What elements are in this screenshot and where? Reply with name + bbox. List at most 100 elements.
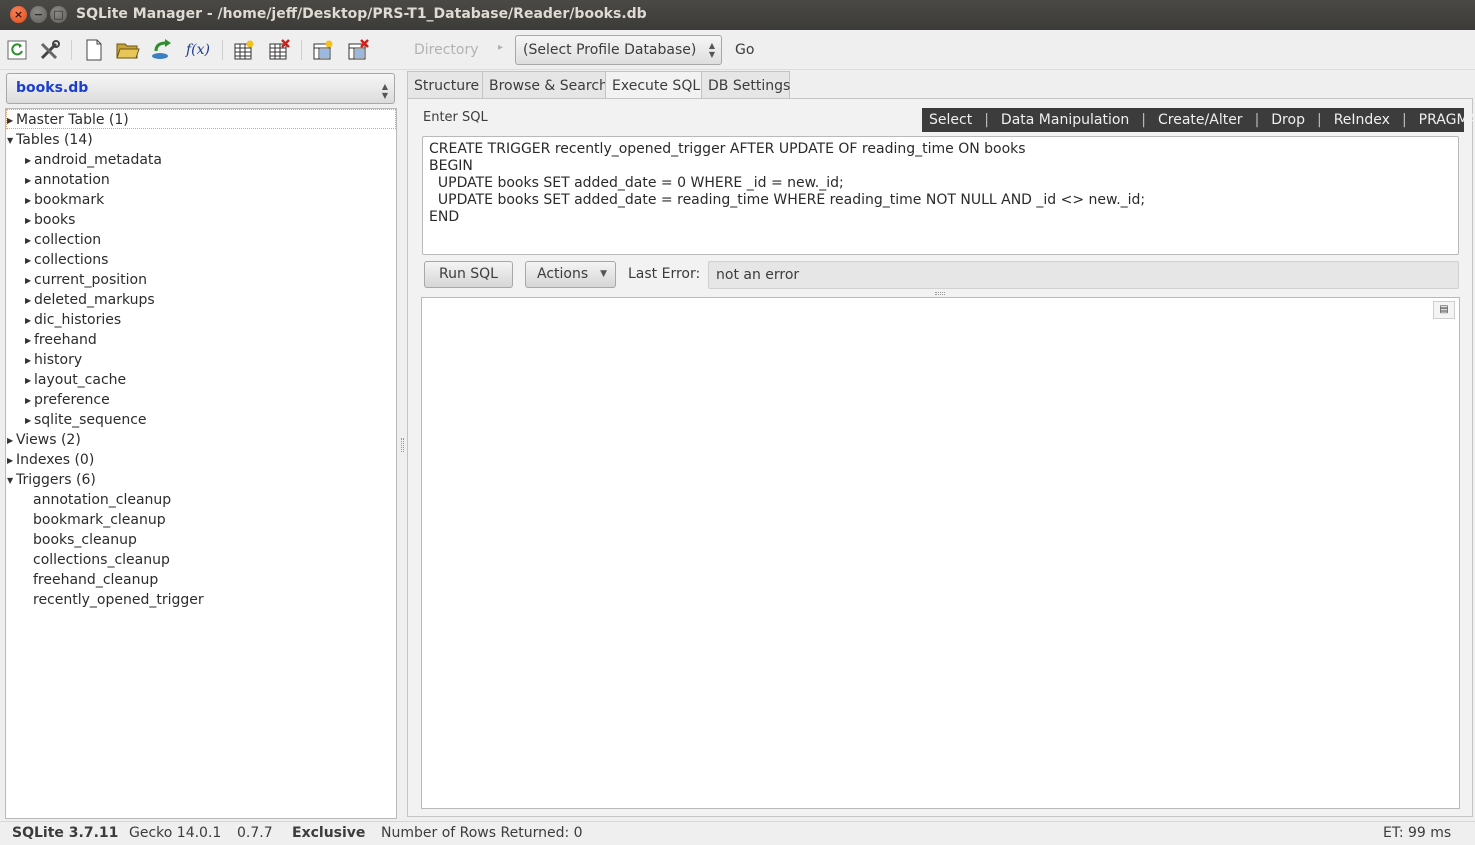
tree-item-label: deleted_markups: [34, 292, 155, 308]
expand-arrow-icon[interactable]: ▶: [25, 191, 34, 211]
tree-item-trigger[interactable]: collections_cleanup: [33, 550, 170, 570]
tree-item-table[interactable]: ▶ books: [25, 210, 75, 230]
tree-item-tables[interactable]: ▼ Tables (14): [7, 130, 93, 150]
menu-separator: |: [1141, 112, 1146, 128]
expand-arrow-icon[interactable]: ▶: [7, 431, 16, 451]
collapse-arrow-icon[interactable]: ▼: [7, 131, 16, 151]
tree-item-table[interactable]: ▶ sqlite_sequence: [25, 410, 147, 430]
create-index-icon[interactable]: [311, 38, 335, 62]
tab-structure[interactable]: Structure: [407, 71, 483, 99]
window-title: SQLite Manager - /home/jeff/Desktop/PRS-…: [76, 6, 647, 22]
expand-arrow-icon[interactable]: ▶: [25, 171, 34, 191]
sql-menu-data-manipulation[interactable]: Data Manipulation: [1001, 112, 1129, 128]
tree-item-trigger[interactable]: freehand_cleanup: [33, 570, 158, 590]
tab-db-settings[interactable]: DB Settings: [701, 71, 790, 99]
maximize-window-button[interactable]: □: [50, 6, 67, 23]
tree-item-table[interactable]: ▶ annotation: [25, 170, 110, 190]
tree-item-table[interactable]: ▶ android_metadata: [25, 150, 162, 170]
sql-menu-reindex[interactable]: ReIndex: [1334, 112, 1390, 128]
profile-database-select[interactable]: (Select Profile Database) ▲ ▼: [515, 35, 722, 65]
minimize-window-button[interactable]: −: [30, 6, 47, 23]
tree-item-label: Indexes (0): [16, 452, 95, 468]
expand-arrow-icon[interactable]: ▶: [25, 411, 34, 431]
sql-menu-drop[interactable]: Drop: [1271, 112, 1305, 128]
export-icon[interactable]: [150, 38, 174, 62]
tree-item-table[interactable]: ▶ current_position: [25, 270, 147, 290]
sql-editor[interactable]: CREATE TRIGGER recently_opened_trigger A…: [422, 136, 1459, 255]
tree-item-trigger[interactable]: bookmark_cleanup: [33, 510, 166, 530]
expand-arrow-icon[interactable]: ▶: [25, 251, 34, 271]
run-sql-button[interactable]: Run SQL: [424, 261, 513, 288]
tree-item-label: sqlite_sequence: [34, 412, 147, 428]
tree-item-trigger[interactable]: annotation_cleanup: [33, 490, 171, 510]
expand-arrow-icon[interactable]: ▶: [25, 351, 34, 371]
results-grid[interactable]: ▤: [421, 297, 1460, 809]
rows-returned: Number of Rows Returned: 0: [381, 825, 583, 841]
tab-browse-search[interactable]: Browse & Search: [482, 71, 608, 99]
tree-item-trigger[interactable]: recently_opened_trigger: [33, 590, 204, 610]
drop-index-icon[interactable]: [346, 38, 370, 62]
enter-sql-label: Enter SQL: [423, 110, 488, 125]
tree-item-table[interactable]: ▶ collection: [25, 230, 101, 250]
create-table-icon[interactable]: [232, 38, 256, 62]
tree-item-table[interactable]: ▶ dic_histories: [25, 310, 121, 330]
sql-menu-select[interactable]: Select: [929, 112, 972, 128]
open-folder-icon[interactable]: [116, 38, 140, 62]
directory-arrow-icon: ▸: [498, 42, 504, 53]
tree-item-triggers[interactable]: ▼ Triggers (6): [7, 470, 96, 490]
tree-item-table[interactable]: ▶ freehand: [25, 330, 97, 350]
elapsed-time: ET: 99 ms: [1383, 825, 1452, 841]
collapse-arrow-icon[interactable]: ▼: [7, 471, 16, 491]
tree-item-table[interactable]: ▶ layout_cache: [25, 370, 126, 390]
tree-item-trigger[interactable]: books_cleanup: [33, 530, 137, 550]
tree-item-table[interactable]: ▶ deleted_markups: [25, 290, 155, 310]
expand-arrow-icon[interactable]: ▶: [25, 311, 34, 331]
expand-arrow-icon[interactable]: ▶: [25, 271, 34, 291]
updown-arrows-icon: ▲ ▼: [708, 41, 715, 59]
expand-arrow-icon[interactable]: ▶: [25, 391, 34, 411]
actions-button[interactable]: Actions ▼: [525, 261, 616, 288]
column-picker-icon[interactable]: ▤: [1433, 301, 1455, 319]
extension-version: 0.7.7: [237, 825, 273, 841]
sql-menu-pragma[interactable]: PRAGMA: [1419, 112, 1475, 128]
tree-item-label: history: [34, 352, 83, 368]
last-error-field: not an error: [708, 261, 1459, 289]
tree-item-master-table[interactable]: ▶ Master Table (1): [6, 109, 396, 129]
drop-table-icon[interactable]: [267, 38, 291, 62]
tree-item-table[interactable]: ▶ history: [25, 350, 82, 370]
tree-item-label: freehand: [34, 332, 97, 348]
sql-template-menu: Select | Data Manipulation | Create/Alte…: [922, 108, 1475, 132]
tree-item-table[interactable]: ▶ collections: [25, 250, 108, 270]
expand-arrow-icon[interactable]: ▶: [25, 331, 34, 351]
dropdown-arrow-icon: ▼: [600, 269, 607, 279]
title-bar: × − □ SQLite Manager - /home/jeff/Deskto…: [0, 0, 1475, 30]
expand-arrow-icon[interactable]: ▶: [7, 111, 16, 131]
tree-item-table[interactable]: ▶ bookmark: [25, 190, 104, 210]
tree-item-views[interactable]: ▶ Views (2): [7, 430, 81, 450]
expand-arrow-icon[interactable]: ▶: [25, 291, 34, 311]
tree-item-indexes[interactable]: ▶ Indexes (0): [7, 450, 94, 470]
expand-arrow-icon[interactable]: ▶: [7, 451, 16, 471]
refresh-icon[interactable]: [5, 38, 29, 62]
database-select[interactable]: books.db ▲ ▼: [6, 73, 395, 104]
sql-menu-create-alter[interactable]: Create/Alter: [1158, 112, 1243, 128]
new-file-icon[interactable]: [82, 38, 106, 62]
schema-tree: ▶ Master Table (1) ▼ Tables (14) ▶ android_…: [5, 108, 397, 819]
go-button[interactable]: Go: [735, 42, 754, 58]
panel-splitter[interactable]: [401, 438, 404, 452]
expand-arrow-icon[interactable]: ▶: [25, 151, 34, 171]
menu-separator: |: [984, 112, 989, 128]
expand-arrow-icon[interactable]: ▶: [25, 371, 34, 391]
tools-icon[interactable]: [38, 38, 62, 62]
function-icon[interactable]: f(x): [185, 38, 211, 62]
tree-item-table[interactable]: ▶ preference: [25, 390, 110, 410]
directory-button[interactable]: Directory: [414, 42, 479, 58]
close-window-button[interactable]: ×: [10, 6, 27, 23]
tree-item-label: Tables (14): [16, 132, 93, 148]
resize-grip[interactable]: [935, 292, 945, 295]
tab-execute-sql[interactable]: Execute SQL: [605, 71, 702, 100]
expand-arrow-icon[interactable]: ▶: [25, 211, 34, 231]
expand-arrow-icon[interactable]: ▶: [25, 231, 34, 251]
actions-button-label: Actions: [537, 266, 589, 282]
menu-separator: |: [1316, 112, 1322, 128]
